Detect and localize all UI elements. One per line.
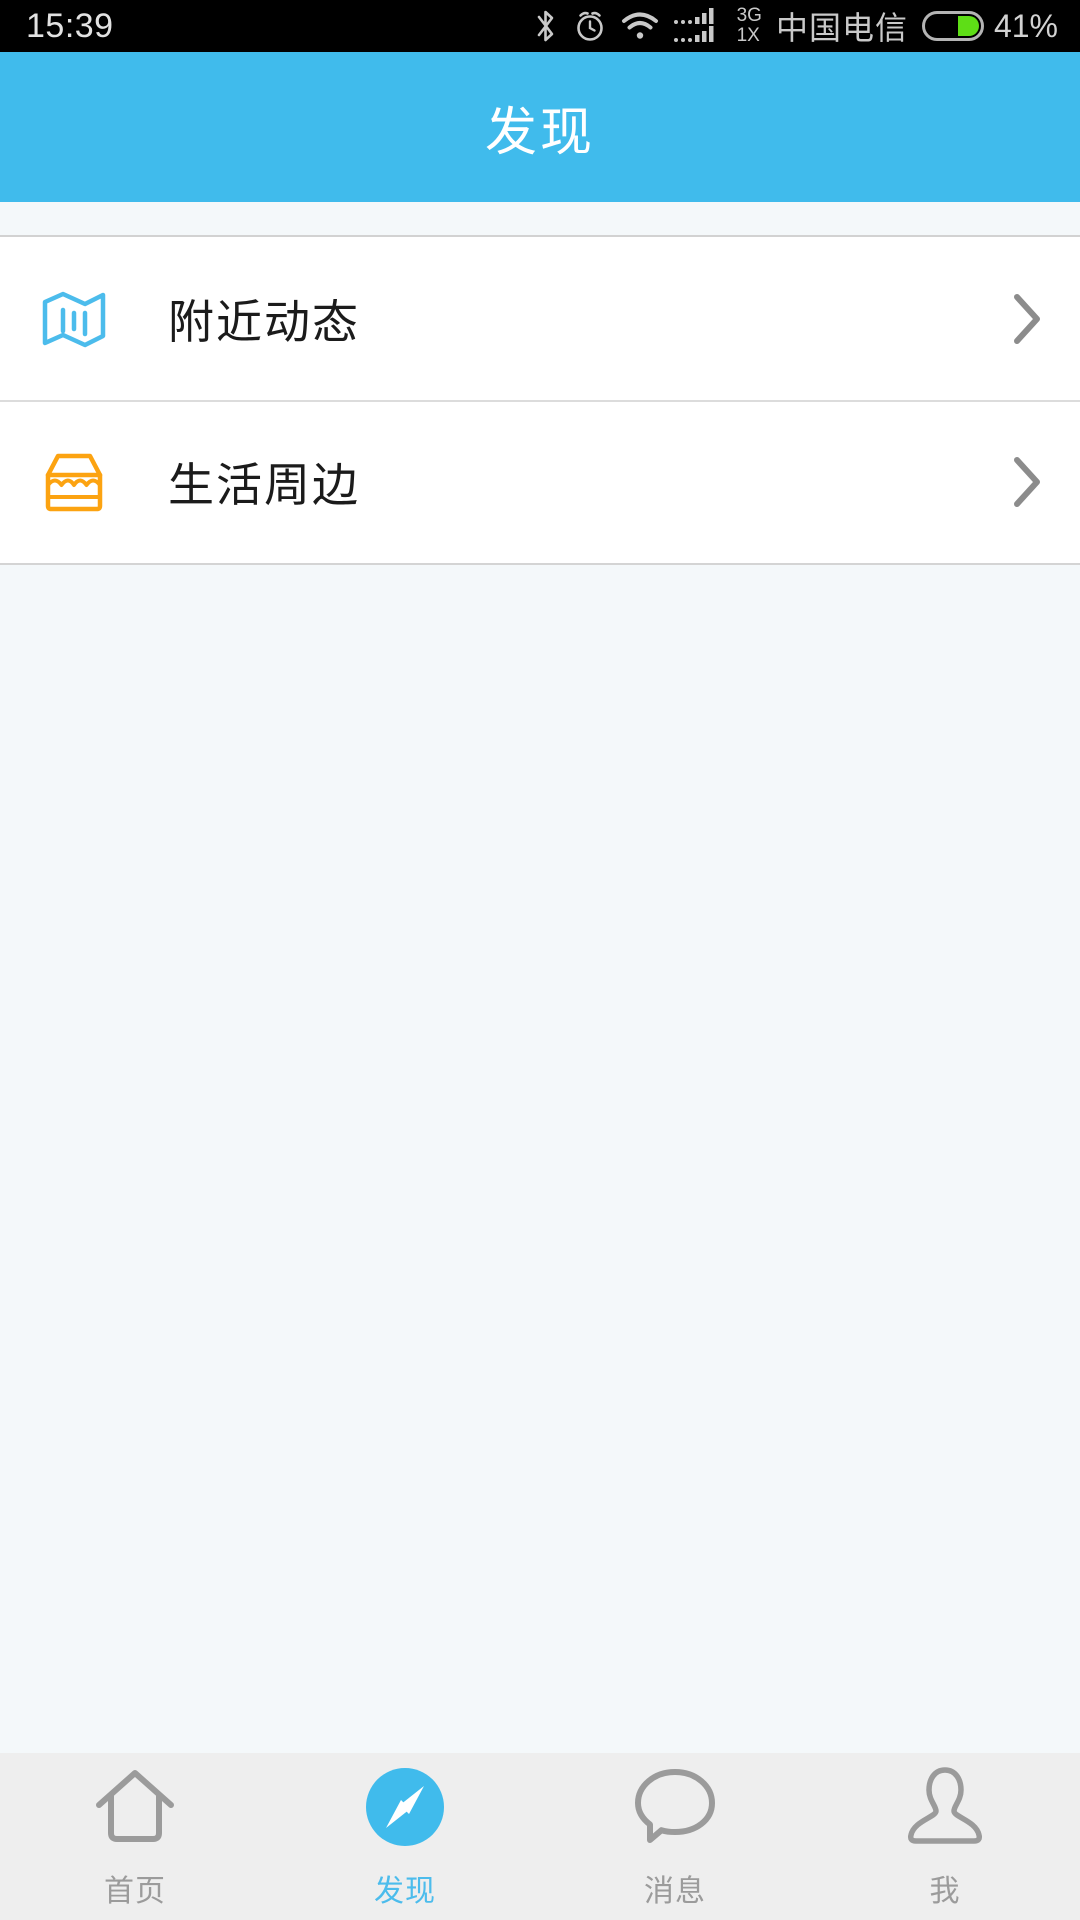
tab-discover[interactable]: 发现: [270, 1753, 540, 1920]
content-area: 附近动态 生活周边: [0, 202, 1080, 1753]
list-item-nearby-updates[interactable]: 附近动态: [0, 237, 1080, 400]
wifi-icon: [621, 11, 659, 41]
network-primary: 3G: [736, 5, 762, 26]
message-icon: [632, 1764, 718, 1850]
bluetooth-icon: [533, 8, 559, 44]
app-root: 15:39 3G 1X 中国电信 41% 发现 附近动态 生活周边 首页 发现 …: [0, 0, 1080, 1920]
list-item-label: 附近动态: [168, 295, 360, 348]
battery-indicator: 41%: [921, 7, 1058, 45]
tab-home[interactable]: 首页: [0, 1753, 270, 1920]
chevron-right-icon: [1010, 291, 1044, 347]
list-item-life-nearby[interactable]: 生活周边: [0, 400, 1080, 563]
carrier-name: 中国电信: [775, 10, 908, 46]
alarm-icon: [573, 8, 607, 44]
status-icons: 3G 1X 中国电信 41%: [533, 3, 1058, 49]
status-bar: 15:39 3G 1X 中国电信 41%: [0, 0, 1080, 52]
tab-label: 发现: [374, 1874, 436, 1908]
home-icon: [93, 1764, 177, 1850]
tab-label: 我: [929, 1874, 961, 1908]
storefront-icon: [38, 446, 110, 518]
page-title: 发现: [484, 103, 595, 162]
network-type: 3G 1X: [737, 6, 762, 46]
chevron-right-icon: [1010, 454, 1044, 510]
tab-profile[interactable]: 我: [810, 1753, 1080, 1920]
battery-icon: [921, 11, 984, 41]
person-icon: [904, 1764, 986, 1850]
network-secondary: 1X: [736, 25, 760, 46]
compass-icon: [362, 1764, 448, 1850]
tab-label: 消息: [644, 1874, 706, 1908]
tab-messages[interactable]: 消息: [540, 1753, 810, 1920]
tab-label: 首页: [104, 1874, 166, 1908]
status-time: 15:39: [26, 7, 114, 45]
page-header: 发现: [0, 52, 1080, 202]
bottom-tab-bar: 首页 发现 消息 我: [0, 1753, 1080, 1920]
signal-bars-icon: [673, 5, 723, 47]
map-icon: [38, 283, 110, 355]
content-top-spacer: [0, 202, 1080, 237]
list-item-label: 生活周边: [168, 458, 360, 511]
battery-percent: 41%: [993, 7, 1058, 44]
discover-list: 附近动态 生活周边: [0, 237, 1080, 565]
empty-space: [0, 565, 1080, 1753]
